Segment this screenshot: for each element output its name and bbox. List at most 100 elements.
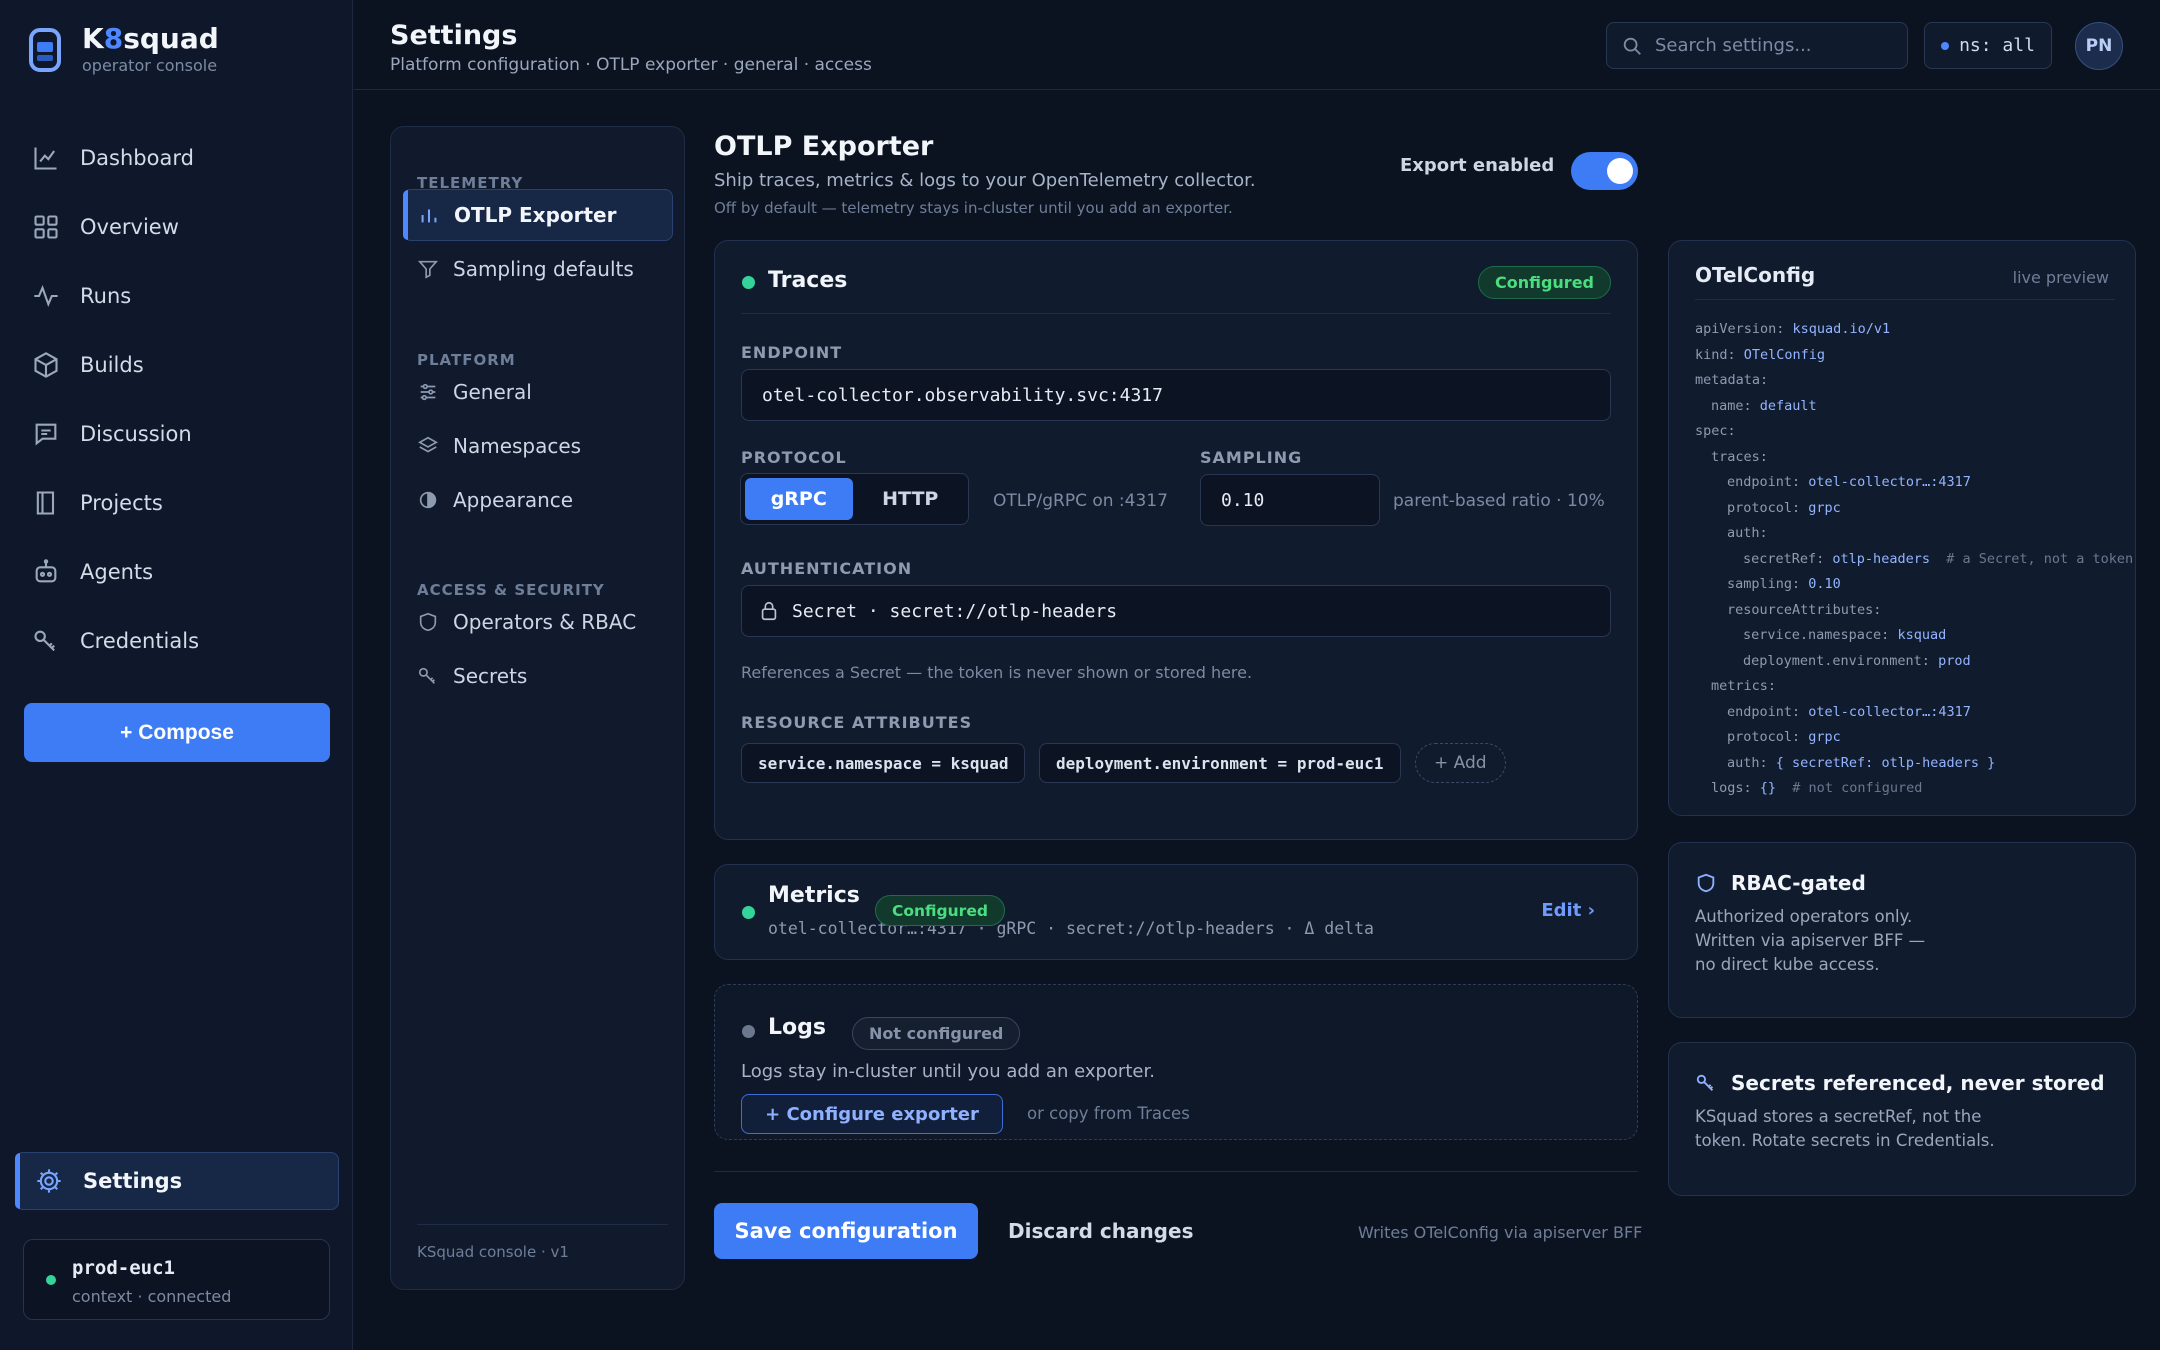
subnav-divider (417, 1224, 668, 1225)
nav-item-settings[interactable]: Settings (15, 1152, 339, 1210)
traces-header-divider (741, 313, 1611, 314)
subnav-item-appearance[interactable]: Appearance (403, 474, 673, 526)
resource-attribute-chip[interactable]: deployment.environment = prod-euc1 (1039, 743, 1401, 783)
traces-card: Traces Configured ENDPOINT otel-collecto… (714, 240, 1638, 840)
nav-item-builds[interactable]: Builds (16, 330, 336, 399)
lock-icon (761, 601, 777, 621)
namespace-label: ns: all (1959, 35, 2035, 56)
secrets-title-row: Secrets referenced, never stored (1695, 1071, 2105, 1095)
subnav-item-secrets[interactable]: Secrets (403, 650, 673, 702)
yaml-line: protocol: grpc (1727, 729, 1841, 745)
logs-card: Logs Not configured Logs stay in-cluster… (714, 984, 1638, 1140)
key-icon (34, 630, 55, 651)
yaml-line: endpoint: otel-collector…:4317 (1727, 703, 1971, 720)
export-enabled-label: Export enabled (1400, 155, 1555, 176)
nav-item-overview[interactable]: Overview (16, 192, 336, 261)
settings-subnav: TELEMETRY OTLP Exporter Sampling default… (390, 126, 685, 1290)
actions-note: Writes OTelConfig via apiserver BFF (1358, 1223, 1643, 1242)
search-input[interactable] (1655, 35, 1895, 56)
book-icon (36, 490, 55, 515)
auth-secret-value: Secret · secret://otlp-headers (792, 600, 1118, 622)
yaml-line: kind: OTelConfig (1695, 346, 1826, 363)
sampling-hint: parent-based ratio · 10% (1393, 491, 1605, 511)
toggle-knob (1607, 158, 1633, 184)
nav-item-agents[interactable]: Agents (16, 537, 336, 606)
subnav-item-label: Secrets (453, 664, 528, 688)
compose-button[interactable]: + Compose (24, 703, 330, 762)
yaml-line: traces: (1711, 448, 1768, 465)
actions-divider (714, 1171, 1638, 1172)
yaml-line: secretRef: otlp-headers # a Secret, not … (1743, 550, 2134, 567)
protocol-http-option[interactable]: HTTP (857, 478, 965, 520)
sidebar: K8squad operator console Dashboard Overv… (0, 0, 353, 1350)
namespace-selector[interactable]: ns: all (1924, 22, 2052, 69)
resource-attribute-chip[interactable]: service.namespace = ksquad (741, 743, 1026, 783)
yaml-line: sampling: 0.10 (1727, 576, 1841, 592)
auth-secret-field[interactable]: Secret · secret://otlp-headers (741, 585, 1611, 637)
nav-item-label: Runs (80, 283, 132, 308)
top-header: Settings Platform configuration · OTLP e… (354, 0, 2160, 90)
bot-icon (35, 558, 57, 582)
console-version: KSquad console · v1 (417, 1243, 569, 1261)
discard-changes-button[interactable]: Discard changes (1008, 1219, 1193, 1243)
sampling-input[interactable]: 0.10 (1200, 474, 1380, 526)
rbac-info-card: RBAC-gated Authorized operators only. Wr… (1668, 842, 2136, 1018)
endpoint-label: ENDPOINT (741, 343, 843, 362)
save-configuration-button[interactable]: Save configuration (714, 1203, 978, 1259)
breadcrumb: Platform configuration · OTLP exporter ·… (390, 55, 872, 75)
nav-item-credentials[interactable]: Credentials (16, 606, 336, 675)
add-attribute-button[interactable]: + Add (1415, 743, 1506, 783)
grid-icon (34, 214, 58, 239)
yaml-line: protocol: grpc (1727, 499, 1841, 516)
subnav-item-general[interactable]: General (403, 366, 673, 418)
section-title: OTLP Exporter (714, 131, 934, 162)
nav-item-projects[interactable]: Projects (16, 468, 336, 537)
rbac-text: Authorized operators only. Written via a… (1695, 907, 1926, 974)
protocol-grpc-option[interactable]: gRPC (745, 478, 853, 520)
resource-attributes-label: RESOURCE ATTRIBUTES (741, 713, 973, 732)
k8squad-logo-icon (29, 27, 61, 72)
bar-chart-icon (421, 209, 437, 223)
avatar[interactable]: PN (2075, 22, 2123, 70)
export-enabled-toggle[interactable] (1571, 152, 1638, 190)
key-icon (418, 667, 436, 684)
metrics-status-badge: Configured (875, 895, 1005, 926)
subnav-item-otlp-exporter[interactable]: OTLP Exporter (403, 189, 673, 241)
subnav-item-namespaces[interactable]: Namespaces (403, 420, 673, 472)
yaml-line: service.namespace: ksquad (1743, 627, 1947, 643)
brand-name: K8squad (82, 22, 219, 55)
yaml-line: resourceAttributes: (1727, 601, 1882, 618)
main-nav: Dashboard Overview Runs Builds Discussio… (16, 123, 336, 675)
brand[interactable]: K8squad operator console (28, 24, 219, 75)
yaml-line: auth: (1727, 525, 1768, 541)
context-switcher[interactable]: prod-euc1 context · connected (23, 1239, 330, 1320)
protocol-label: PROTOCOL (741, 448, 847, 467)
copy-from-traces-link[interactable]: or copy from Traces (1027, 1104, 1190, 1123)
configure-exporter-button[interactable]: + Configure exporter (741, 1094, 1003, 1134)
nav-item-label: Builds (80, 352, 144, 377)
sliders-icon (420, 383, 436, 401)
preview-divider (1695, 299, 2115, 300)
subnav-item-sampling-defaults[interactable]: Sampling defaults (403, 243, 673, 295)
nav-item-discussion[interactable]: Discussion (16, 399, 336, 468)
shield-icon (1697, 873, 1715, 893)
traces-status-dot (742, 276, 755, 289)
nav-item-dashboard[interactable]: Dashboard (16, 123, 336, 192)
activity-icon (34, 284, 58, 307)
metrics-card[interactable]: Metrics otel-collector…:4317 · gRPC · se… (714, 864, 1638, 960)
yaml-line: spec: (1695, 423, 1736, 439)
endpoint-input[interactable]: otel-collector.observability.svc:4317 (741, 369, 1611, 421)
yaml-line: metadata: (1695, 372, 1769, 388)
metrics-edit-link[interactable]: Edit › (1541, 900, 1595, 921)
yaml-line: endpoint: otel-collector…:4317 (1727, 474, 1971, 490)
search-box[interactable] (1606, 22, 1908, 69)
search-icon (1623, 37, 1641, 55)
yaml-line: logs: {} # not configured (1711, 780, 1923, 796)
yaml-line: deployment.environment: prod (1743, 652, 1971, 669)
box-icon (34, 351, 58, 378)
nav-item-runs[interactable]: Runs (16, 261, 336, 330)
protocol-hint: OTLP/gRPC on :4317 (993, 491, 1168, 511)
subnav-item-operators-rbac[interactable]: Operators & RBAC (403, 596, 673, 648)
subnav-item-label: OTLP Exporter (454, 203, 617, 227)
auth-hint: References a Secret — the token is never… (741, 663, 1253, 682)
